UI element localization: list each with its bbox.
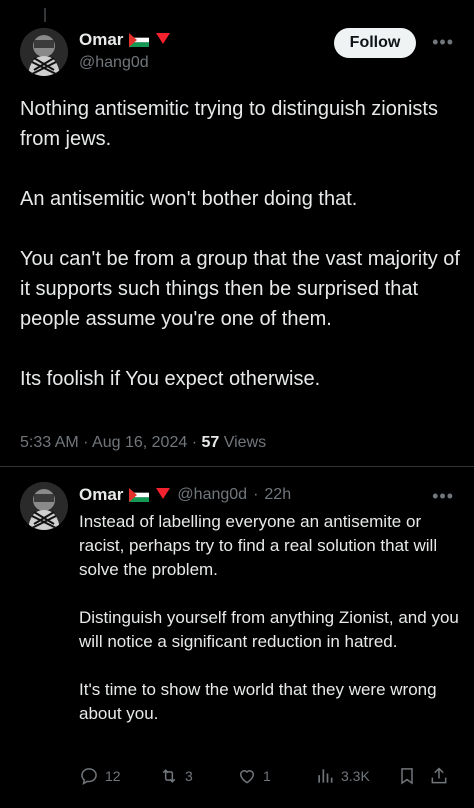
author-handle[interactable]: @hang0d bbox=[79, 54, 149, 72]
views-count: 57 bbox=[201, 434, 220, 451]
more-dots-icon[interactable]: ••• bbox=[432, 32, 454, 53]
views-button[interactable]: 3.3K bbox=[315, 766, 397, 786]
analytics-icon bbox=[318, 769, 333, 783]
bookmark-button[interactable] bbox=[397, 766, 429, 786]
reply-button[interactable]: 12 bbox=[79, 766, 159, 786]
bookmark-icon bbox=[401, 768, 413, 785]
reply-author-handle[interactable]: @hang0d bbox=[177, 486, 247, 504]
tweet-date[interactable]: Aug 16, 2024 bbox=[92, 434, 187, 451]
red-triangle-icon bbox=[155, 486, 171, 505]
author-avatar[interactable] bbox=[20, 28, 68, 76]
view-count: 3.3K bbox=[341, 768, 370, 784]
tweet-text: Nothing antisemitic trying to distinguis… bbox=[20, 98, 460, 390]
reply-author-avatar[interactable] bbox=[20, 482, 68, 530]
follow-button[interactable]: Follow bbox=[334, 28, 416, 58]
retweet-count: 3 bbox=[185, 768, 193, 784]
meta-separator: · bbox=[253, 486, 259, 503]
retweet-icon bbox=[162, 769, 176, 783]
palestine-flag-icon bbox=[129, 488, 150, 502]
reply-text: Instead of labelling everyone an antisem… bbox=[79, 512, 459, 723]
author-name-row: Omar bbox=[79, 30, 171, 50]
tweet-meta: 5:33 AM · Aug 16, 2024 · 57 Views bbox=[20, 434, 266, 452]
tweet-time[interactable]: 5:33 AM bbox=[20, 434, 79, 451]
reply-age[interactable]: 22h bbox=[264, 486, 291, 504]
reply-action-bar: 12 3 1 3.3K bbox=[79, 766, 454, 786]
retweet-button[interactable]: 3 bbox=[159, 766, 237, 786]
red-triangle-icon bbox=[155, 31, 171, 50]
like-count: 1 bbox=[263, 768, 271, 784]
reply-icon bbox=[81, 768, 97, 785]
reply-count: 12 bbox=[105, 768, 121, 784]
divider bbox=[0, 466, 474, 467]
palestine-flag-icon bbox=[129, 33, 150, 47]
author-name[interactable]: Omar bbox=[79, 30, 123, 50]
thread-connector-line bbox=[44, 8, 46, 22]
share-icon bbox=[431, 767, 447, 784]
meta-separator: · bbox=[83, 434, 93, 451]
like-button[interactable]: 1 bbox=[237, 766, 315, 786]
reply-author-row: Omar @hang0d · 22h bbox=[79, 485, 291, 505]
more-dots-icon[interactable]: ••• bbox=[432, 486, 454, 507]
heart-icon bbox=[239, 770, 255, 784]
reply-author-name[interactable]: Omar bbox=[79, 485, 123, 505]
views-label: Views bbox=[223, 434, 267, 451]
share-button[interactable] bbox=[429, 766, 449, 786]
